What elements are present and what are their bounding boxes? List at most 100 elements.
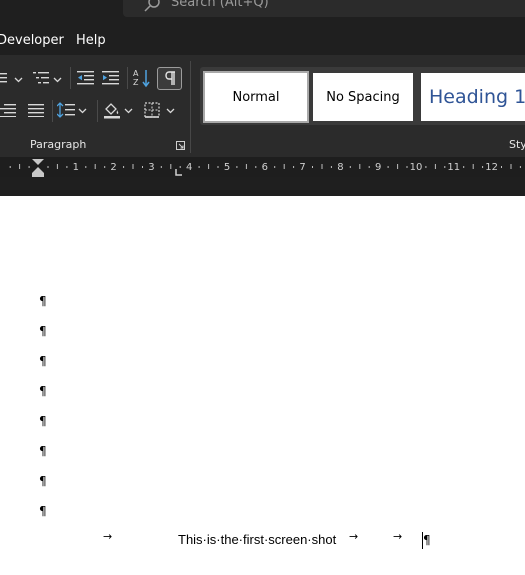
chevron-down-icon[interactable] [124,108,133,114]
decrease-indent-button[interactable] [76,68,96,88]
chevron-down-icon[interactable] [53,77,62,83]
multilevel-list-icon [33,72,49,84]
title-bar: Search (Alt+Q) [0,0,525,28]
ruler-tick [444,166,446,168]
paragraph-mark: ¶ [423,533,431,547]
ruler-tick [217,166,219,168]
paragraph-mark: ¶ [39,444,47,458]
sort-button[interactable]: A Z [131,67,153,89]
ruler-tick [170,164,172,169]
shading-button[interactable] [102,100,122,120]
ruler-tick [482,166,484,168]
justify-icon [28,104,44,117]
ruler-tick [104,166,106,168]
paragraph-mark: ¶ [39,384,47,398]
chevron-down-icon[interactable] [14,77,23,83]
paragraph-mark: ¶ [39,354,47,368]
ruler-tick [274,166,276,168]
ruler-tick [359,164,361,169]
document-page[interactable]: ¶ ¶ ¶ ¶ ¶ ¶ ¶ ¶ → This·is·the·first·scre… [0,196,525,575]
ruler-tick [28,166,30,168]
borders-button[interactable] [143,101,161,119]
ruler-tick [198,166,200,168]
justify-button[interactable] [26,101,46,119]
ruler-number: 1 [73,162,79,173]
search-icon [144,0,160,12]
ruler-tick [510,164,512,169]
style-normal[interactable]: Normal [203,71,309,123]
horizontal-ruler[interactable]: 1 2 3 4 5 6 7 8 9 10 11 12 [0,157,525,177]
ruler-tick [47,166,49,168]
tab-mark: → [103,530,113,543]
menu-bar: Developer Help [0,28,525,55]
ruler-number: 9 [375,162,381,173]
group-divider [190,61,191,153]
ruler-number: 8 [337,162,343,173]
ruler-tick [123,166,125,168]
ruler-tick [255,166,257,168]
ruler-tick [434,164,436,169]
tab-help[interactable]: Help [76,33,106,48]
ruler-tick [406,166,408,168]
ruler-tick [66,166,68,168]
ruler-tick [245,164,247,169]
styles-group-label: Sty [509,138,525,151]
tab-mark: → [349,530,359,543]
chevron-down-icon[interactable] [166,108,175,114]
align-right-icon [0,104,16,117]
dialog-launcher-icon[interactable] [176,141,185,150]
increase-indent-button[interactable] [101,68,121,88]
ruler-tick [321,164,323,169]
ruler-tick [85,166,87,168]
decrease-indent-icon [77,71,94,85]
divider [127,67,128,89]
svg-text:A: A [133,69,139,78]
ruler-tick [472,164,474,169]
paint-bucket-icon [104,103,120,119]
align-right-button[interactable] [0,101,18,119]
ruler-tick [425,166,427,168]
ruler-tick [283,164,285,169]
bullets-button[interactable] [0,68,12,88]
ruler-number: 6 [262,162,268,173]
ruler-scale: 1 2 3 4 5 6 7 8 9 10 11 12 [0,159,525,177]
divider [97,100,98,122]
paragraph-mark: ¶ [39,294,47,308]
paragraph-mark: ¶ [39,474,47,488]
multilevel-list-button[interactable] [32,68,52,88]
paragraph-mark: ¶ [39,504,47,518]
ruler-tick [463,166,465,168]
ruler-tick [397,164,399,169]
ruler-tick [312,166,313,168]
ruler-tick [368,166,370,168]
ruler-tick [132,164,134,169]
style-no-spacing[interactable]: No Spacing [313,73,413,121]
increase-indent-icon [102,71,119,85]
ruler-number: 11 [447,162,460,173]
svg-text:Z: Z [133,78,139,87]
ruler-number: 12 [485,162,498,173]
ruler-number: 5 [224,162,230,173]
search-box[interactable]: Search (Alt+Q) [123,0,525,17]
ruler-tick [236,166,238,168]
tab-mark: → [393,530,403,543]
paragraph-mark: ¶ [39,324,47,338]
ruler-number: 2 [110,162,116,173]
bullets-icon [0,73,7,83]
paragraph-group-label: Paragraph [30,138,87,151]
ruler-gutter [0,177,525,196]
line-spacing-button[interactable] [56,101,76,119]
style-heading-1[interactable]: Heading 1 [421,73,525,121]
tab-developer[interactable]: Developer [0,33,64,48]
pilcrow-icon [164,71,175,85]
chevron-down-icon[interactable] [78,108,87,114]
divider [52,100,53,122]
borders-icon [144,102,160,118]
line-spacing-icon [57,102,75,118]
ruler-tick [330,166,332,168]
sort-icon: A Z [133,69,150,88]
ribbon: A Z Paragraph Normal No Spacing Heading … [0,55,525,157]
ruler-tick [94,164,96,169]
ruler-tick [519,166,521,168]
show-formatting-marks-button[interactable] [157,67,182,90]
